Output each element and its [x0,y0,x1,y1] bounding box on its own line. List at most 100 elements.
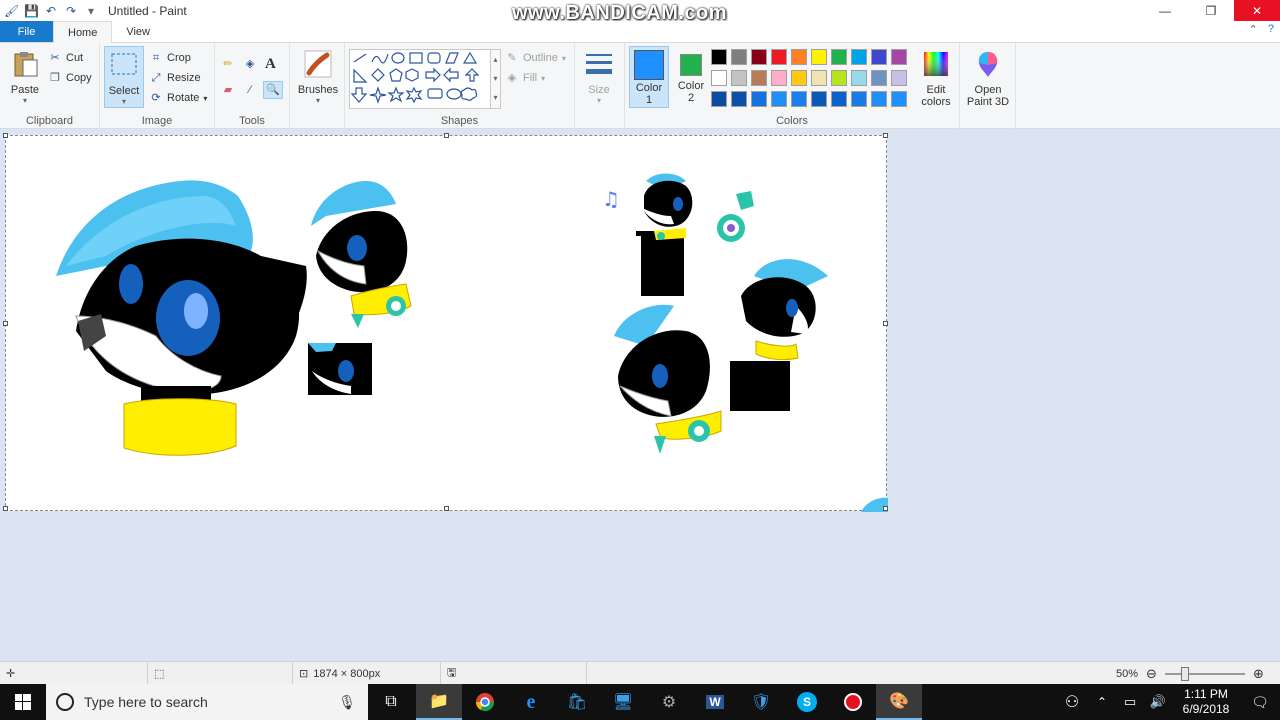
crop-button[interactable]: ⌗ Crop [149,49,191,67]
palette-swatch[interactable] [771,91,787,107]
customize-quick-access-icon[interactable]: ▾ [84,4,98,18]
palette-swatch[interactable] [871,70,887,86]
palette-swatch[interactable] [771,49,787,65]
taskbar-search-box[interactable]: Type here to search 🎙 [46,684,368,720]
color1-button[interactable]: Color 1 [629,46,669,108]
resize-handle-top-right[interactable] [883,133,888,138]
canvas-workspace[interactable]: ♫ [0,130,1280,660]
paste-button[interactable]: Paste ▾ [8,49,42,105]
zoom-out-button[interactable]: ⊖ [1146,666,1157,682]
resize-handle-bottom-left[interactable] [3,506,8,511]
zoom-slider[interactable] [1164,666,1245,681]
palette-swatch[interactable] [891,49,907,65]
brushes-button[interactable]: Brushes ▾ [296,49,340,105]
palette-swatch[interactable] [791,49,807,65]
open-paint3d-button[interactable]: Open Paint 3D [964,49,1012,108]
eraser-icon[interactable]: ▰ [221,81,235,99]
palette-swatch[interactable] [711,70,727,86]
shield-icon[interactable]: 🛡 [738,684,784,720]
tab-view[interactable]: View [112,21,164,42]
redo-icon[interactable]: ↷ [64,4,78,18]
resize-handle-top[interactable] [444,133,449,138]
start-button[interactable] [0,684,46,720]
undo-icon[interactable]: ↶ [44,4,58,18]
palette-swatch[interactable] [831,49,847,65]
people-icon[interactable]: ⚇ [1056,684,1088,720]
palette-swatch[interactable] [771,70,787,86]
palette-swatch[interactable] [791,70,807,86]
palette-swatch[interactable] [791,91,807,107]
minimize-button[interactable]: — [1142,0,1188,21]
rotate-button[interactable]: ⟳ Rotate ▾ [149,89,207,107]
resize-handle-bottom-right[interactable] [883,506,888,511]
palette-swatch[interactable] [891,91,907,107]
palette-swatch[interactable] [871,49,887,65]
bandicam-record-icon[interactable] [830,684,876,720]
minimize-ribbon-icon[interactable]: ⌃ [1249,23,1258,36]
palette-swatch[interactable] [751,49,767,65]
palette-swatch[interactable] [871,91,887,107]
file-explorer-icon[interactable]: 📁 [416,684,462,720]
battery-icon[interactable]: ▭ [1116,684,1144,720]
maximize-button[interactable]: ❐ [1188,0,1234,21]
size-button[interactable]: Size ▾ [581,49,617,105]
shapes-gallery-scroll[interactable]: ▴ ▾ ▾ [491,49,501,109]
palette-swatch[interactable] [731,91,747,107]
store-icon[interactable]: 🛍 [554,684,600,720]
drawing-canvas[interactable]: ♫ [3,133,888,512]
tab-home[interactable]: Home [53,21,113,44]
palette-swatch[interactable] [751,91,767,107]
palette-swatch[interactable] [751,70,767,86]
palette-swatch[interactable] [851,70,867,86]
resize-handle-left[interactable] [3,321,8,326]
text-tool-icon[interactable]: A [265,55,276,73]
save-icon[interactable]: 💾 [24,4,39,18]
paint-taskbar-icon[interactable]: 🎨 [876,684,922,720]
outline-button[interactable]: ✎ Outline ▾ [505,49,565,67]
cut-button[interactable]: ✂ Cut [48,49,83,67]
taskbar-clock[interactable]: 1:11 PM 6/9/2018 [1172,687,1240,717]
resize-handle-top-left[interactable] [3,133,8,138]
fill-button[interactable]: ◈ Fill ▾ [505,69,545,87]
fill-bucket-icon[interactable]: ◈ [243,55,257,73]
magnifier-icon[interactable]: 🔍 [263,81,283,99]
resize-handle-right[interactable] [883,321,888,326]
show-hidden-icons-chevron-up-icon[interactable]: ⌃ [1088,684,1116,720]
color2-button[interactable]: Color 2 [671,46,711,108]
zoom-slider-thumb[interactable] [1180,666,1189,681]
close-button[interactable]: ✕ [1234,0,1280,21]
palette-swatch[interactable] [811,49,827,65]
remote-desktop-icon[interactable]: 🖥 [600,684,646,720]
edge-icon[interactable]: e [508,684,554,720]
resize-handle-bottom[interactable] [444,506,449,511]
palette-swatch[interactable] [731,49,747,65]
palette-swatch[interactable] [891,70,907,86]
select-button[interactable]: Select ▾ [104,46,144,108]
help-icon[interactable]: ? [1268,23,1274,36]
palette-swatch[interactable] [811,70,827,86]
volume-icon[interactable]: 🔊 [1144,684,1172,720]
palette-swatch[interactable] [831,91,847,107]
palette-swatch[interactable] [731,70,747,86]
tab-file[interactable]: File [0,21,53,42]
skype-icon[interactable]: S [784,684,830,720]
chrome-icon[interactable] [462,684,508,720]
app-icon-generic[interactable]: ⚙ [646,684,692,720]
action-center-icon[interactable]: 🗨 [1240,684,1280,720]
palette-swatch[interactable] [851,49,867,65]
palette-swatch[interactable] [811,91,827,107]
palette-swatch[interactable] [711,91,727,107]
pencil-icon[interactable]: ✏ [221,55,235,73]
task-view-icon[interactable]: ⧉ [368,684,414,720]
zoom-in-button[interactable]: ⊕ [1253,666,1264,682]
palette-swatch[interactable] [851,91,867,107]
resize-button[interactable]: ⤢ Resize [149,69,201,87]
edit-colors-button[interactable]: Edit colors [915,49,957,108]
copy-button[interactable]: ❐ Copy [48,69,92,87]
color-picker-icon[interactable]: ⁄ [243,81,257,99]
word-icon[interactable]: W [692,684,738,720]
palette-swatch[interactable] [711,49,727,65]
microphone-icon[interactable]: 🎙 [338,694,356,711]
shapes-gallery[interactable] [349,49,491,109]
palette-swatch[interactable] [831,70,847,86]
